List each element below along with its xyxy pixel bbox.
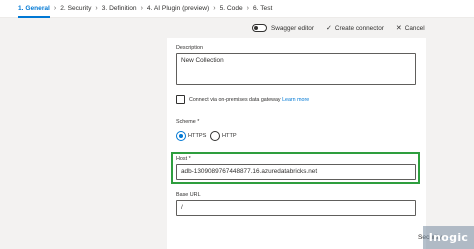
- chevron-right-icon: ›: [213, 4, 216, 12]
- cancel-button[interactable]: ✕ Cancel: [395, 24, 425, 33]
- toggle-knob: [254, 26, 258, 30]
- swagger-editor-toggle[interactable]: Swagger editor: [252, 24, 314, 32]
- step-test[interactable]: 6. Test: [253, 0, 272, 18]
- chevron-right-icon: ›: [95, 4, 98, 12]
- host-value: adb-1309089767448877.16.azuredatabricks.…: [181, 168, 318, 175]
- base-url-input[interactable]: /: [176, 200, 416, 216]
- step-code[interactable]: 5. Code: [220, 0, 243, 18]
- scheme-label: Scheme *: [176, 119, 200, 125]
- close-icon: ✕: [395, 25, 402, 32]
- chevron-right-icon: ›: [53, 4, 57, 12]
- scheme-http-label: HTTP: [222, 133, 237, 139]
- step-ai-plugin[interactable]: 4. AI Plugin (preview): [147, 0, 209, 18]
- description-value: New Collection: [181, 57, 224, 64]
- description-label: Description: [176, 45, 203, 51]
- swagger-editor-label: Swagger editor: [271, 24, 314, 32]
- chevron-right-icon: ›: [140, 4, 143, 12]
- watermark-logo: Inogic: [423, 226, 474, 249]
- base-url-label: Base URL: [176, 192, 201, 198]
- action-bar: Swagger editor ✓ Create connector ✕ Canc…: [252, 21, 425, 35]
- scheme-https-radio[interactable]: [176, 131, 186, 141]
- description-field[interactable]: New Collection: [176, 53, 416, 85]
- scheme-http-radio[interactable]: [210, 131, 220, 141]
- create-connector-label: Create connector: [334, 24, 384, 32]
- toggle-switch[interactable]: [252, 24, 267, 32]
- gateway-checkbox-text: Connect via on-premises data gateway: [189, 97, 281, 103]
- step-general[interactable]: 1. General: [18, 0, 50, 18]
- cancel-label: Cancel: [404, 24, 425, 32]
- learn-more-link[interactable]: Learn more: [282, 97, 309, 103]
- check-icon: ✓: [325, 25, 332, 32]
- scheme-https-label: HTTPS: [188, 133, 207, 139]
- gateway-checkbox-label: Connect via on-premises data gateway Lea…: [189, 97, 309, 103]
- step-navigation: 1. General › 2. Security › 3. Definition…: [0, 0, 474, 18]
- gateway-checkbox[interactable]: [176, 95, 185, 104]
- create-connector-button[interactable]: ✓ Create connector: [325, 24, 384, 33]
- step-security[interactable]: 2. Security: [60, 0, 91, 18]
- host-label: Host *: [176, 156, 191, 162]
- radio-selected-dot: [179, 134, 183, 138]
- step-definition[interactable]: 3. Definition: [102, 0, 137, 18]
- host-input[interactable]: adb-1309089767448877.16.azuredatabricks.…: [176, 164, 416, 180]
- chevron-right-icon: ›: [246, 4, 250, 12]
- base-url-value: /: [181, 204, 183, 211]
